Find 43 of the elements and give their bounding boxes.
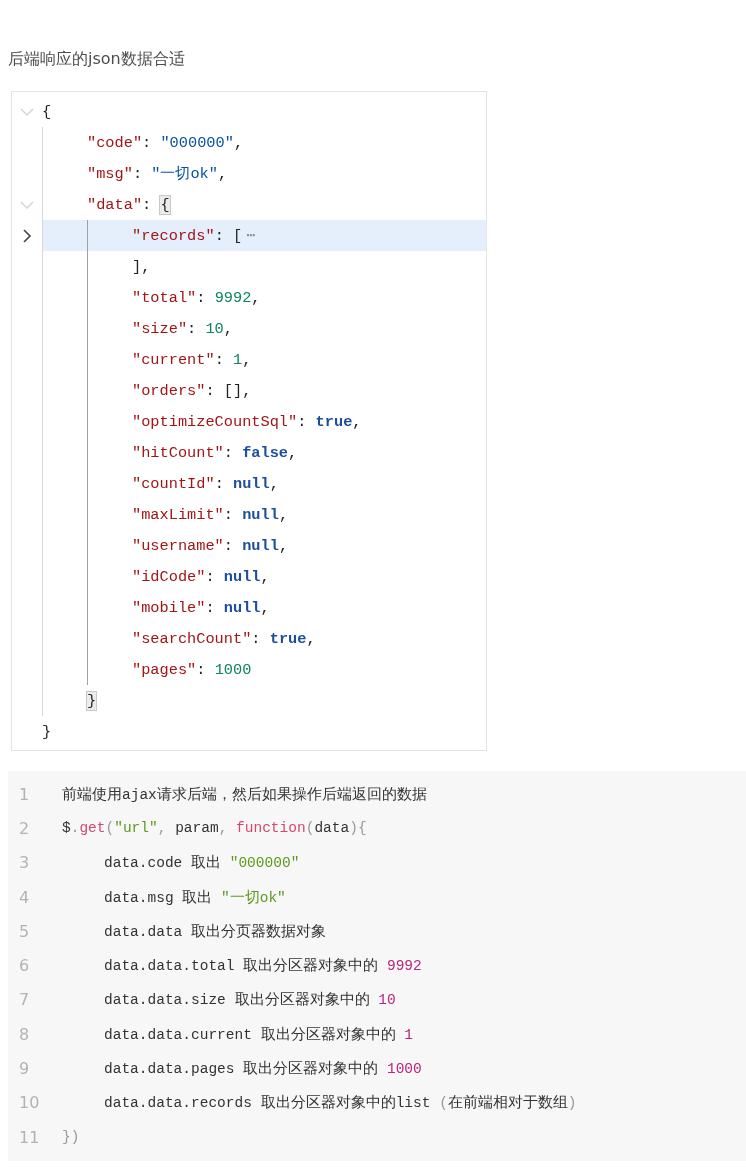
code-line: "username": null, [132,535,289,556]
line-number: 10 [19,1093,41,1113]
line-number: 4 [19,887,31,907]
code-line: } [42,721,52,742]
line-number: 1 [19,784,31,804]
code-line: "hitCount": false, [132,442,298,463]
code-line: "orders": [], [132,380,252,401]
code-line: "current": 1, [132,349,252,370]
code-line: "msg": "一切ok", [87,163,228,184]
code-line: "pages": 1000 [132,659,252,680]
line-number: 5 [19,921,31,941]
code-line: }) [62,1129,80,1146]
code-line: "data": { [87,194,170,215]
code-line: data.data.total 取出分区器对象中的 9992 [104,956,422,976]
line-number: 2 [19,818,31,838]
code-line: "searchCount": true, [132,628,316,649]
code-line: ], [132,256,151,277]
code-line: "records": [ ⋯ [132,225,256,246]
code-line: "code": "000000", [87,132,244,153]
code-line: "countId": null, [132,473,279,494]
paragraph-text: 后端响应的json数据合适 [8,48,185,70]
code-line: { [42,101,52,122]
code-line: data.data.records 取出分区器对象中的list (在前端相对于数组) [104,1093,577,1113]
code-line: data.data 取出分页器数据对象 [104,922,326,941]
code-line: "idCode": null, [132,566,270,587]
code-line: "maxLimit": null, [132,504,289,525]
code-line: "mobile": null, [132,597,270,618]
code-line: 前端使用ajax请求后端，然后如果操作后端返回的数据 [62,785,427,804]
code-line: "total": 9992, [132,287,261,308]
code-line: $.get("url", param, function(data){ [62,820,367,837]
line-number: 8 [19,1024,31,1044]
code-line: data.data.pages 取出分区器对象中的 1000 [104,1059,422,1078]
code-line: data.msg 取出 "一切ok" [104,888,286,907]
code-line: data.code 取出 "000000" [104,853,300,873]
code-line: data.data.size 取出分区器对象中的 10 [104,990,396,1010]
code-line: data.data.current 取出分区器对象中的 1 [104,1025,414,1044]
line-number: 11 [19,1127,41,1147]
code-line: "size": 10, [132,318,233,339]
line-number: 9 [19,1059,31,1078]
line-number: 6 [19,956,31,976]
line-number: 7 [19,990,31,1010]
code-line: "optimizeCountSql": true, [132,411,362,432]
line-number: 3 [19,853,31,873]
